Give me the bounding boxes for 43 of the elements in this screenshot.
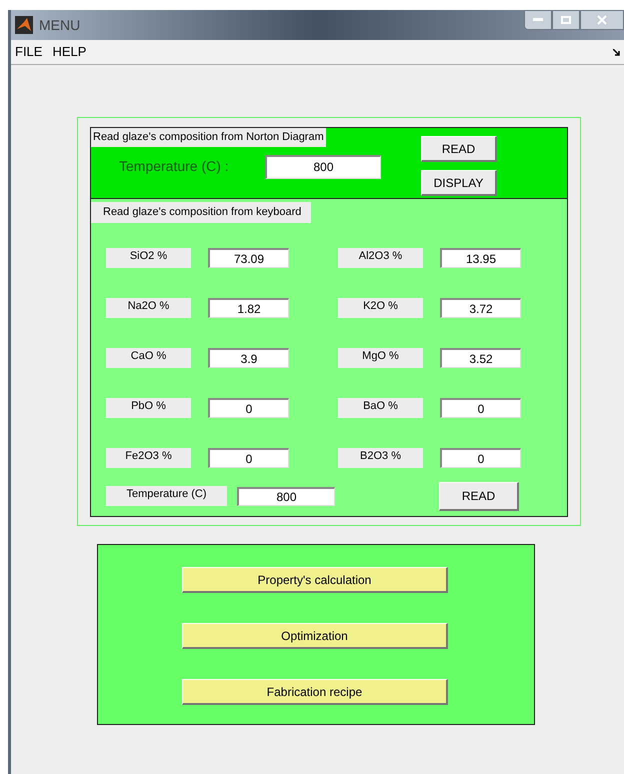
oxide-label: PbO %: [106, 398, 191, 418]
maximize-button[interactable]: [552, 10, 580, 30]
temperature-label: Temperature (C) :: [119, 157, 230, 176]
oxide-label: Fe2O3 %: [106, 448, 191, 468]
temperature-field[interactable]: 800: [237, 486, 335, 506]
oxide-label: BaO %: [338, 398, 423, 418]
oxide-field[interactable]: 0: [208, 398, 289, 418]
oxide-field[interactable]: 1.82: [208, 298, 289, 318]
oxide-label: B2O3 %: [338, 448, 423, 468]
close-button[interactable]: [580, 10, 624, 30]
oxide-field[interactable]: 3.52: [440, 348, 521, 368]
oxide-field[interactable]: 0: [208, 448, 289, 468]
minimize-icon: [533, 18, 543, 22]
menu-item[interactable]: FILE: [15, 42, 42, 62]
oxide-label: MgO %: [338, 348, 423, 368]
maximize-icon: [561, 16, 571, 24]
oxide-field[interactable]: 0: [440, 398, 521, 418]
oxide-label: Na2O %: [106, 298, 191, 318]
arrow-icon: [613, 48, 620, 56]
action-button[interactable]: Fabrication recipe: [182, 679, 448, 705]
section-title: Read glaze's composition from Norton Diagram: [91, 128, 326, 146]
oxide-label: SiO2 %: [106, 248, 191, 268]
oxide-field[interactable]: 73.09: [208, 248, 289, 268]
window-title: MENU: [39, 16, 80, 34]
oxide-field[interactable]: 13.95: [440, 248, 521, 268]
minimize-button[interactable]: [524, 10, 552, 30]
temperature-field[interactable]: 800: [265, 154, 381, 178]
close-icon: [597, 15, 607, 25]
oxide-field[interactable]: 0: [440, 448, 521, 468]
action-button[interactable]: Optimization: [182, 623, 448, 649]
action-button[interactable]: DISPLAY: [421, 170, 497, 196]
oxide-label: CaO %: [106, 348, 191, 368]
read-button[interactable]: READ: [439, 482, 519, 510]
oxide-label: K2O %: [338, 298, 423, 318]
section-title: Read glaze's composition from keyboard: [91, 202, 312, 222]
temperature-label: Temperature (C): [106, 486, 227, 506]
oxide-field[interactable]: 3.9: [208, 348, 289, 368]
app-logo-icon: [15, 16, 33, 34]
menu-item[interactable]: HELP: [52, 42, 86, 62]
oxide-field[interactable]: 3.72: [440, 298, 521, 318]
oxide-label: Al2O3 %: [338, 248, 423, 268]
action-button[interactable]: READ: [421, 136, 497, 162]
action-button[interactable]: Property's calculation: [182, 567, 448, 593]
